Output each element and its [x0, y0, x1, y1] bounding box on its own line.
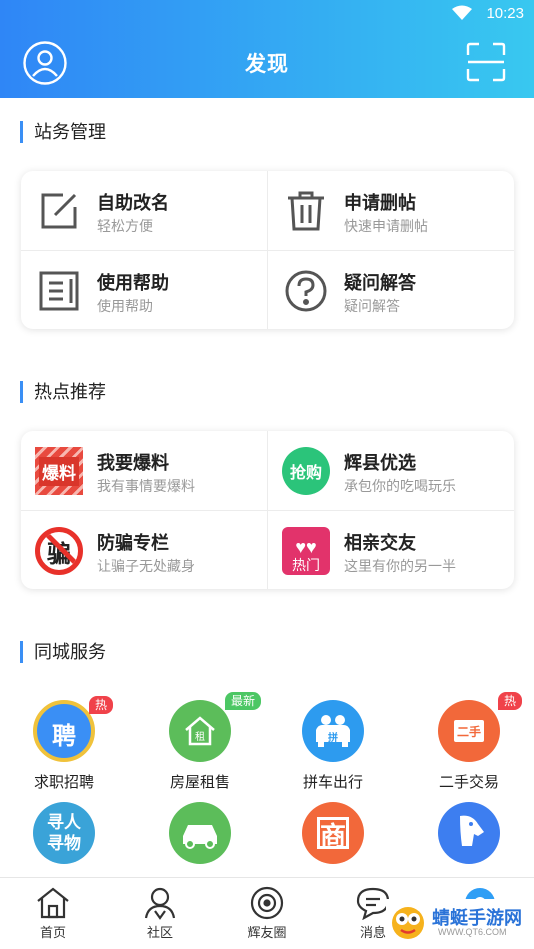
service-label: 房屋租售: [169, 774, 230, 791]
document-icon: [39, 271, 79, 311]
dating-icon: ♥♥ 热门: [282, 527, 330, 575]
item-subtitle: 这里有你的另一半: [344, 558, 456, 574]
service-housing[interactable]: 租 最新 房屋租售: [150, 692, 261, 792]
service-lost-found[interactable]: 寻人寻物: [14, 802, 114, 864]
report-icon: 爆料: [35, 447, 83, 495]
item-subtitle: 轻松方便: [97, 218, 153, 234]
carpool-icon: 拼: [302, 700, 364, 762]
section-title-hot: 热点推荐: [20, 381, 106, 403]
lost-found-icon: 寻人寻物: [33, 802, 95, 864]
item-title: 辉县优选: [344, 453, 416, 473]
status-time: 10:23: [486, 5, 524, 22]
service-label: 求职招聘: [33, 774, 94, 791]
watermark-logo: 蜻蜓手游网 WWW.QT6.COM: [386, 899, 528, 943]
bottom-tab-bar: 首页 社区 辉友圈 消息 发现 蜻蜓手游网 WWW.QT6.COM: [0, 877, 534, 949]
hot-item-report[interactable]: 爆料 我要爆料 我有事情要爆料: [21, 431, 267, 510]
service-pet-trade[interactable]: [419, 802, 519, 864]
item-subtitle: 承包你的吃喝玩乐: [344, 478, 456, 494]
service-label: 二手交易: [438, 774, 499, 791]
wifi-icon: [452, 5, 472, 20]
hot-item-selection[interactable]: 抢购 辉县优选 承包你的吃喝玩乐: [268, 431, 514, 510]
watermark-url: WWW.QT6.COM: [438, 927, 507, 937]
item-title: 使用帮助: [97, 273, 169, 293]
hot-card: 爆料 我要爆料 我有事情要爆料 抢购 辉县优选 承包你的吃喝玩乐 骗 防骗专栏 …: [21, 431, 514, 589]
section-title-city: 同城服务: [20, 641, 106, 663]
business-icon: 商: [302, 802, 364, 864]
home-icon: [37, 887, 69, 919]
station-card: 自助改名 轻松方便 申请删帖 快速申请删帖 使用帮助 使用帮助 疑问解答 疑问解…: [21, 171, 514, 329]
service-secondhand[interactable]: 二手 热 二手交易: [419, 692, 522, 792]
item-title: 我要爆料: [97, 453, 169, 473]
item-subtitle: 我有事情要爆料: [97, 478, 195, 494]
service-car-trade[interactable]: [150, 802, 250, 864]
trash-icon: [288, 191, 324, 231]
scan-icon: [466, 42, 506, 82]
tab-label: 辉友圈: [247, 925, 287, 940]
item-title: 防骗专栏: [97, 533, 169, 553]
item-subtitle: 让骗子无处藏身: [97, 558, 195, 574]
item-subtitle: 快速申请删帖: [344, 218, 428, 234]
house-icon: 租 最新: [169, 692, 261, 762]
question-icon: [285, 270, 327, 312]
car-icon: [169, 802, 231, 864]
service-business[interactable]: 商: [283, 802, 383, 864]
tab-label: 社区: [146, 925, 173, 940]
item-subtitle: 使用帮助: [97, 298, 153, 314]
hot-badge: 热: [88, 696, 113, 714]
jobs-icon: 聘 热: [33, 696, 113, 762]
hot-badge: 热: [497, 692, 522, 710]
station-item-help[interactable]: 使用帮助 使用帮助: [21, 251, 267, 330]
pet-icon: [438, 802, 500, 864]
anti-fraud-icon: 骗: [35, 527, 83, 575]
tab-label: 首页: [39, 925, 66, 940]
selection-icon: 抢购: [282, 447, 330, 495]
edit-icon: [41, 193, 77, 229]
secondhand-icon: 二手 热: [438, 692, 522, 762]
scan-button[interactable]: [466, 42, 506, 82]
item-title: 申请删帖: [344, 193, 416, 213]
page-title: 发现: [245, 53, 289, 76]
section-title-station: 站务管理: [20, 121, 106, 143]
top-header: 10:23 发现: [0, 0, 534, 98]
tab-community[interactable]: 社区: [120, 878, 200, 949]
tab-home[interactable]: 首页: [13, 878, 93, 949]
station-item-faq[interactable]: 疑问解答 疑问解答: [268, 251, 514, 330]
new-badge: 最新: [224, 692, 261, 710]
item-title: 相亲交友: [344, 533, 416, 553]
dragonfly-logo-icon: [392, 907, 424, 939]
item-subtitle: 疑问解答: [344, 298, 400, 314]
item-title: 自助改名: [97, 193, 169, 213]
service-label: 拼车出行: [302, 774, 363, 791]
service-jobs[interactable]: 聘 热 求职招聘: [14, 696, 114, 792]
item-title: 疑问解答: [344, 273, 416, 293]
service-carpool[interactable]: 拼 拼车出行: [283, 700, 383, 792]
circle-icon: [250, 886, 284, 920]
hot-item-dating[interactable]: ♥♥ 热门 相亲交友 这里有你的另一半: [268, 511, 514, 590]
station-item-rename[interactable]: 自助改名 轻松方便: [21, 171, 267, 250]
station-item-delete-post[interactable]: 申请删帖 快速申请删帖: [268, 171, 514, 250]
community-icon: [144, 887, 176, 920]
tab-circle[interactable]: 辉友圈: [227, 878, 307, 949]
hot-item-anti-fraud[interactable]: 骗 防骗专栏 让骗子无处藏身: [21, 511, 267, 590]
